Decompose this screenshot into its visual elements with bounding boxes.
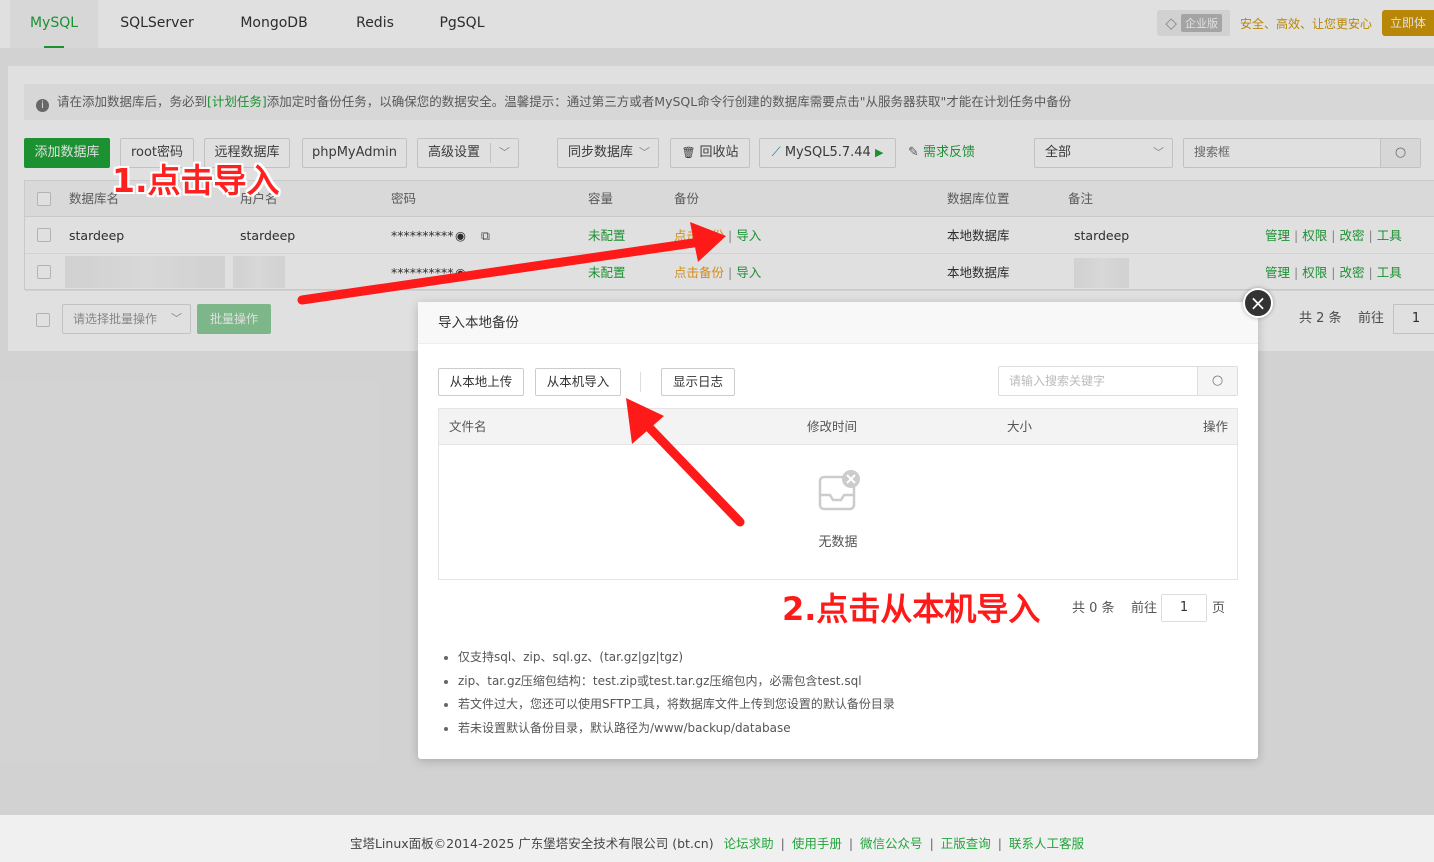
backup-table-header: 文件名 修改时间 大小 操作 bbox=[439, 409, 1237, 445]
tip-item: 若文件过大，您还可以使用SFTP工具，将数据库文件上传到您设置的默认备份目录 bbox=[442, 693, 895, 717]
tip-item: 若未设置默认备份目录，默认路径为/www/backup/database bbox=[442, 717, 895, 741]
show-log-button[interactable]: 显示日志 bbox=[661, 368, 735, 396]
modal-total-count: 共 0 条 bbox=[1072, 601, 1115, 616]
modal-goto-label: 前往 bbox=[1131, 601, 1158, 616]
footer-support-link[interactable]: 联系人工客服 bbox=[1009, 836, 1084, 851]
footer-license-link[interactable]: 正版查询 bbox=[941, 836, 991, 851]
empty-data-text: 无数据 bbox=[818, 535, 858, 550]
import-from-machine-button[interactable]: 从本机导入 bbox=[535, 368, 621, 396]
tip-item: 仅支持sql、zip、sql.gz、(tar.gz|gz|tgz) bbox=[442, 646, 895, 670]
search-icon[interactable]: ○ bbox=[1197, 367, 1237, 395]
step2-annotation: 2.点击从本机导入 bbox=[782, 590, 1041, 628]
step1-annotation: 1.点击导入 bbox=[112, 161, 280, 200]
backup-file-table: 文件名 修改时间 大小 操作 无数据 bbox=[438, 408, 1238, 580]
modal-search-placeholder[interactable]: 请输入搜索关键字 bbox=[1009, 367, 1105, 395]
footer: 宝塔Linux面板©2014-2025 广东堡塔安全技术有限公司 (bt.cn)… bbox=[0, 815, 1434, 862]
footer-forum-link[interactable]: 论坛求助 bbox=[724, 836, 774, 851]
modal-page-unit: 页 bbox=[1212, 601, 1226, 616]
modal-search[interactable]: 请输入搜索关键字 ○ bbox=[998, 366, 1238, 396]
column-modified-time: 修改时间 bbox=[807, 419, 858, 434]
modal-title: 导入本地备份 bbox=[418, 302, 1258, 344]
tip-item: zip、tar.gz压缩包结构：test.zip或test.tar.gz压缩包内… bbox=[442, 670, 895, 694]
empty-data-icon bbox=[818, 470, 860, 511]
footer-copyright: 宝塔Linux面板©2014-2025 广东堡塔安全技术有限公司 (bt.cn) bbox=[349, 836, 714, 851]
footer-manual-link[interactable]: 使用手册 bbox=[792, 836, 842, 851]
column-filename: 文件名 bbox=[449, 419, 487, 434]
upload-local-button[interactable]: 从本地上传 bbox=[438, 368, 524, 396]
column-operation: 操作 bbox=[1203, 419, 1229, 434]
column-size: 大小 bbox=[1007, 419, 1033, 434]
toolbar-divider bbox=[640, 372, 641, 392]
modal-page-input[interactable]: 1 bbox=[1161, 594, 1207, 622]
import-tips: 仅支持sql、zip、sql.gz、(tar.gz|gz|tgz) zip、ta… bbox=[442, 646, 895, 740]
close-icon[interactable]: × bbox=[1243, 288, 1273, 318]
footer-wechat-link[interactable]: 微信公众号 bbox=[860, 836, 923, 851]
import-backup-modal: 导入本地备份 从本地上传 从本机导入 显示日志 请输入搜索关键字 ○ 文件名 修… bbox=[418, 302, 1258, 759]
